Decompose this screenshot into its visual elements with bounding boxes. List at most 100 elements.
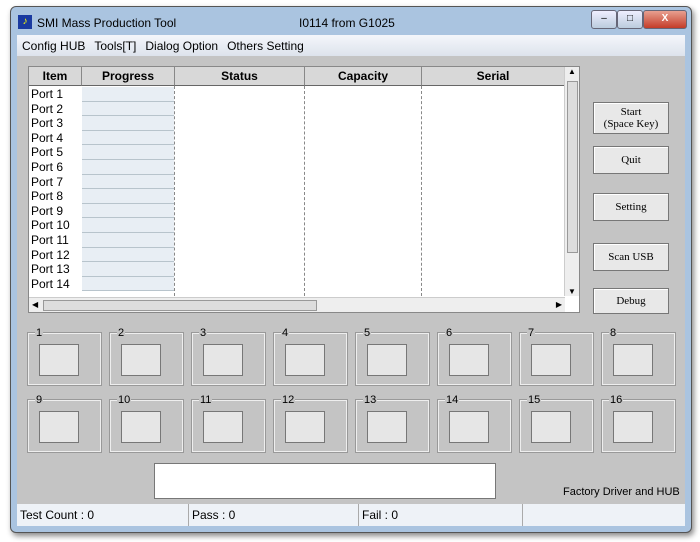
progress-cell <box>82 160 174 175</box>
header-progress[interactable]: Progress <box>82 67 175 86</box>
column-divider <box>421 86 422 296</box>
test-count: Test Count : 0 <box>17 504 189 526</box>
title-bar: ♪ SMI Mass Production Tool I0114 from G1… <box>11 7 691 35</box>
client-area: Config HUB Tools[T] Dialog Option Others Se… <box>17 35 685 526</box>
slot-status-box[interactable] <box>613 411 653 443</box>
port-slot: 15 <box>519 394 594 453</box>
slot-status-box[interactable] <box>285 411 325 443</box>
slot-label: 6 <box>445 327 454 339</box>
port-row-label[interactable]: Port 7 <box>31 175 63 190</box>
port-row-label[interactable]: Port 12 <box>31 248 70 263</box>
port-slot: 11 <box>191 394 266 453</box>
slot-label: 8 <box>609 327 618 339</box>
header-item[interactable]: Item <box>29 67 82 86</box>
port-slot: 3 <box>191 327 266 386</box>
port-row-label[interactable]: Port 9 <box>31 204 63 219</box>
horizontal-scrollbar[interactable]: ◀ ▶ <box>29 297 565 312</box>
port-slot: 1 <box>27 327 102 386</box>
slot-label: 9 <box>35 394 44 406</box>
slot-status-box[interactable] <box>367 411 407 443</box>
slot-status-box[interactable] <box>121 344 161 376</box>
vertical-scrollbar[interactable]: ▲ ▼ <box>564 67 579 296</box>
slot-status-box[interactable] <box>203 411 243 443</box>
progress-cell <box>82 233 174 248</box>
port-row-label[interactable]: Port 5 <box>31 145 63 160</box>
port-row-label[interactable]: Port 4 <box>31 131 63 146</box>
port-row-label[interactable]: Port 1 <box>31 87 63 102</box>
progress-cell <box>82 262 174 277</box>
progress-cell <box>82 130 174 146</box>
slot-status-box[interactable] <box>613 344 653 376</box>
slot-label: 10 <box>117 394 132 406</box>
scan-usb-button[interactable]: Scan USB <box>593 243 669 271</box>
status-bar: Test Count : 0 Pass : 0 Fail : 0 <box>17 504 685 526</box>
menu-others-setting[interactable]: Others Setting <box>222 35 308 53</box>
quit-button[interactable]: Quit <box>593 146 669 174</box>
slot-label: 5 <box>363 327 372 339</box>
slot-label: 16 <box>609 394 624 406</box>
port-slot: 7 <box>519 327 594 386</box>
pass-count: Pass : 0 <box>189 504 359 526</box>
header-status[interactable]: Status <box>175 67 305 86</box>
column-divider <box>174 86 175 296</box>
port-row-label[interactable]: Port 2 <box>31 102 63 117</box>
slot-status-box[interactable] <box>285 344 325 376</box>
menu-config-hub[interactable]: Config HUB <box>17 35 89 53</box>
slot-label: 12 <box>281 394 296 406</box>
slot-status-box[interactable] <box>531 411 571 443</box>
slot-label: 2 <box>117 327 126 339</box>
menu-dialog-option[interactable]: Dialog Option <box>140 35 222 53</box>
slot-status-box[interactable] <box>449 344 489 376</box>
port-row-label[interactable]: Port 10 <box>31 218 70 233</box>
close-button[interactable]: X <box>643 10 687 29</box>
port-slot: 2 <box>109 327 184 386</box>
slot-status-box[interactable] <box>367 344 407 376</box>
slot-label: 15 <box>527 394 542 406</box>
port-slot: 13 <box>355 394 430 453</box>
slot-label: 3 <box>199 327 208 339</box>
minimize-button[interactable]: – <box>591 10 617 29</box>
header-capacity[interactable]: Capacity <box>305 67 422 86</box>
progress-cell <box>82 116 174 131</box>
port-slot: 16 <box>601 394 676 453</box>
maximize-button[interactable]: □ <box>617 10 643 29</box>
progress-cell <box>82 145 174 160</box>
port-slot: 4 <box>273 327 348 386</box>
port-row-label[interactable]: Port 14 <box>31 277 70 292</box>
column-divider <box>304 86 305 296</box>
port-table: Item Progress Status Capacity Serial ▲ ▼ … <box>28 66 580 313</box>
start-button[interactable]: Start (Space Key) <box>593 102 669 134</box>
app-icon: ♪ <box>18 15 32 29</box>
header-serial[interactable]: Serial <box>422 67 565 86</box>
port-row-label[interactable]: Port 8 <box>31 189 63 204</box>
port-row-label[interactable]: Port 3 <box>31 116 63 131</box>
progress-cell <box>82 203 174 219</box>
debug-button[interactable]: Debug <box>593 288 669 314</box>
port-slot: 10 <box>109 394 184 453</box>
progress-cell <box>82 189 174 204</box>
slot-status-box[interactable] <box>203 344 243 376</box>
port-row-label[interactable]: Port 11 <box>31 233 69 248</box>
message-box <box>154 463 496 499</box>
slot-status-box[interactable] <box>39 411 79 443</box>
slot-label: 7 <box>527 327 536 339</box>
menu-tools[interactable]: Tools[T] <box>89 35 140 53</box>
slot-label: 4 <box>281 327 290 339</box>
progress-cell <box>82 101 174 117</box>
slot-status-box[interactable] <box>121 411 161 443</box>
progress-cell <box>82 218 174 233</box>
fail-count: Fail : 0 <box>359 504 523 526</box>
slot-status-box[interactable] <box>449 411 489 443</box>
port-slot: 5 <box>355 327 430 386</box>
slot-status-box[interactable] <box>531 344 571 376</box>
setting-button[interactable]: Setting <box>593 193 669 221</box>
version-label: I0114 from G1025 <box>299 16 395 30</box>
progress-cell <box>82 247 174 263</box>
slot-label: 11 <box>199 394 213 406</box>
port-row-label[interactable]: Port 6 <box>31 160 63 175</box>
slot-status-box[interactable] <box>39 344 79 376</box>
port-row-label[interactable]: Port 13 <box>31 262 70 277</box>
slot-label: 14 <box>445 394 460 406</box>
main-window: ♪ SMI Mass Production Tool I0114 from G1… <box>10 6 692 533</box>
port-slot: 14 <box>437 394 512 453</box>
